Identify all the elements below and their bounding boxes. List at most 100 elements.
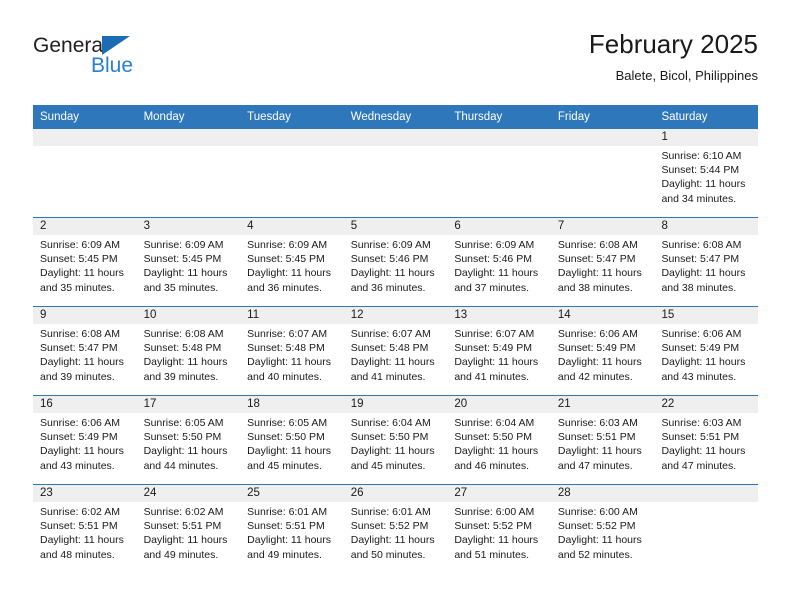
calendar-day-cell[interactable]: 4 Sunrise: 6:09 AM Sunset: 5:45 PM Daylight…	[240, 218, 344, 306]
sunrise-text: Sunrise: 6:00 AM	[557, 506, 638, 518]
daylight-text: Daylight: 11 hours and 42 minutes.	[557, 356, 642, 383]
day-number: 6	[447, 218, 551, 235]
calendar-day-cell[interactable]: 13 Sunrise: 6:07 AM Sunset: 5:49 PM Dayligh…	[447, 307, 551, 395]
sunset-text: Sunset: 5:50 PM	[247, 431, 325, 444]
calendar-day-cell[interactable]: 14 Sunrise: 6:06 AM Sunset: 5:49 PM Dayligh…	[550, 307, 655, 395]
sunrise-text: Sunrise: 6:03 AM	[557, 417, 638, 429]
calendar-day-cell[interactable]: 16 Sunrise: 6:06 AM Sunset: 5:49 PM Dayligh…	[33, 396, 137, 484]
calendar-day-cell[interactable]: 21 Sunrise: 6:03 AM Sunset: 5:51 PM Dayligh…	[550, 396, 655, 484]
calendar-day-cell[interactable]: 1 Sunrise: 6:10 AM Sunset: 5:44 PM Daylight…	[654, 129, 759, 217]
calendar-day-cell[interactable]: 3 Sunrise: 6:09 AM Sunset: 5:45 PM Daylight…	[136, 218, 241, 306]
calendar-day-cell[interactable]: 17 Sunrise: 6:05 AM Sunset: 5:50 PM Dayligh…	[136, 396, 241, 484]
weekday-header-thursday: Thursday	[454, 111, 503, 123]
sunrise-text: Sunrise: 6:02 AM	[40, 506, 120, 518]
day-number	[447, 129, 551, 146]
day-details: Sunrise: 6:07 AM Sunset: 5:48 PM Daylight:…	[240, 324, 344, 384]
calendar-day-cell-empty	[550, 129, 655, 217]
calendar-day-cell[interactable]: 26 Sunrise: 6:01 AM Sunset: 5:52 PM Dayligh…	[343, 485, 448, 573]
day-number: 28	[550, 485, 655, 502]
sunrise-text: Sunrise: 6:07 AM	[350, 328, 431, 340]
sunrise-text: Sunrise: 6:09 AM	[40, 239, 120, 251]
sunset-text: Sunset: 5:50 PM	[143, 431, 222, 444]
calendar-week-row: 16 Sunrise: 6:06 AM Sunset: 5:49 PM Dayligh…	[33, 395, 759, 484]
daylight-text: Daylight: 11 hours and 38 minutes.	[661, 267, 746, 294]
calendar-day-cell-empty	[33, 129, 137, 217]
calendar-day-cell[interactable]: 15 Sunrise: 6:06 AM Sunset: 5:49 PM Dayligh…	[654, 307, 759, 395]
sunset-text: Sunset: 5:49 PM	[40, 431, 118, 444]
daylight-text: Daylight: 11 hours and 41 minutes.	[454, 356, 539, 383]
logo-triangle-icon	[102, 36, 130, 55]
daylight-text: Daylight: 11 hours and 45 minutes.	[350, 445, 435, 472]
general-blue-logo[interactable]: General Blue	[33, 34, 263, 86]
day-details: Sunrise: 6:09 AM Sunset: 5:45 PM Daylight:…	[240, 235, 344, 295]
day-number: 21	[550, 396, 655, 413]
daylight-text: Daylight: 11 hours and 50 minutes.	[350, 534, 435, 561]
calendar-day-cell[interactable]: 27 Sunrise: 6:00 AM Sunset: 5:52 PM Dayligh…	[447, 485, 551, 573]
calendar-day-cell[interactable]: 20 Sunrise: 6:04 AM Sunset: 5:50 PM Dayligh…	[447, 396, 551, 484]
sunset-text: Sunset: 5:50 PM	[350, 431, 429, 444]
sunset-text: Sunset: 5:45 PM	[247, 253, 325, 266]
weekday-header-tuesday: Tuesday	[247, 111, 291, 123]
day-number: 20	[447, 396, 551, 413]
sunset-text: Sunset: 5:48 PM	[350, 342, 429, 355]
sunrise-text: Sunrise: 6:06 AM	[557, 328, 638, 340]
day-number	[654, 485, 759, 502]
sunrise-text: Sunrise: 6:09 AM	[454, 239, 535, 251]
day-number: 25	[240, 485, 344, 502]
sunset-text: Sunset: 5:51 PM	[40, 520, 118, 533]
calendar-day-cell[interactable]: 28 Sunrise: 6:00 AM Sunset: 5:52 PM Dayligh…	[550, 485, 655, 573]
sunset-text: Sunset: 5:52 PM	[350, 520, 429, 533]
day-number: 11	[240, 307, 344, 324]
sunrise-text: Sunrise: 6:00 AM	[454, 506, 535, 518]
daylight-text: Daylight: 11 hours and 40 minutes.	[247, 356, 332, 383]
calendar-day-cell[interactable]: 22 Sunrise: 6:03 AM Sunset: 5:51 PM Dayligh…	[654, 396, 759, 484]
calendar-day-cell[interactable]: 11 Sunrise: 6:07 AM Sunset: 5:48 PM Dayligh…	[240, 307, 344, 395]
weekday-header-monday: Monday	[143, 111, 185, 123]
calendar-weeks: 1 Sunrise: 6:10 AM Sunset: 5:44 PM Daylight…	[33, 129, 759, 573]
day-number	[343, 129, 448, 146]
calendar-day-cell[interactable]: 10 Sunrise: 6:08 AM Sunset: 5:48 PM Dayligh…	[136, 307, 241, 395]
day-number: 19	[343, 396, 448, 413]
calendar-day-cell[interactable]: 18 Sunrise: 6:05 AM Sunset: 5:50 PM Dayligh…	[240, 396, 344, 484]
calendar-day-cell[interactable]: 7 Sunrise: 6:08 AM Sunset: 5:47 PM Daylight…	[550, 218, 655, 306]
sunrise-text: Sunrise: 6:06 AM	[40, 417, 120, 429]
calendar-day-cell[interactable]: 5 Sunrise: 6:09 AM Sunset: 5:46 PM Daylight…	[343, 218, 448, 306]
calendar-week-row: 23 Sunrise: 6:02 AM Sunset: 5:51 PM Dayligh…	[33, 484, 759, 573]
day-details: Sunrise: 6:02 AM Sunset: 5:51 PM Daylight:…	[137, 502, 241, 562]
calendar-day-cell[interactable]: 23 Sunrise: 6:02 AM Sunset: 5:51 PM Dayligh…	[33, 485, 137, 573]
day-number: 2	[33, 218, 137, 235]
calendar-day-cell[interactable]: 25 Sunrise: 6:01 AM Sunset: 5:51 PM Dayligh…	[240, 485, 344, 573]
sunset-text: Sunset: 5:51 PM	[661, 431, 740, 444]
sunrise-text: Sunrise: 6:03 AM	[661, 417, 742, 429]
sunrise-text: Sunrise: 6:05 AM	[247, 417, 328, 429]
sunset-text: Sunset: 5:47 PM	[557, 253, 636, 266]
sunrise-text: Sunrise: 6:07 AM	[247, 328, 328, 340]
day-number: 13	[447, 307, 551, 324]
title-block: February 2025 Balete, Bicol, Philippines	[589, 28, 758, 86]
sunset-text: Sunset: 5:52 PM	[557, 520, 636, 533]
day-details: Sunrise: 6:07 AM Sunset: 5:49 PM Daylight:…	[447, 324, 551, 384]
day-details: Sunrise: 6:05 AM Sunset: 5:50 PM Daylight:…	[240, 413, 344, 473]
day-details: Sunrise: 6:03 AM Sunset: 5:51 PM Daylight:…	[551, 413, 655, 473]
calendar-day-cell[interactable]: 8 Sunrise: 6:08 AM Sunset: 5:47 PM Daylight…	[654, 218, 759, 306]
daylight-text: Daylight: 11 hours and 44 minutes.	[143, 445, 228, 472]
calendar-day-cell[interactable]: 19 Sunrise: 6:04 AM Sunset: 5:50 PM Dayligh…	[343, 396, 448, 484]
calendar-day-cell[interactable]: 9 Sunrise: 6:08 AM Sunset: 5:47 PM Daylight…	[33, 307, 137, 395]
sunrise-text: Sunrise: 6:04 AM	[454, 417, 535, 429]
calendar-day-cell[interactable]: 24 Sunrise: 6:02 AM Sunset: 5:51 PM Dayligh…	[136, 485, 241, 573]
calendar-day-cell[interactable]: 12 Sunrise: 6:07 AM Sunset: 5:48 PM Dayligh…	[343, 307, 448, 395]
day-number: 23	[33, 485, 137, 502]
daylight-text: Daylight: 11 hours and 49 minutes.	[143, 534, 228, 561]
sunset-text: Sunset: 5:45 PM	[143, 253, 222, 266]
daylight-text: Daylight: 11 hours and 41 minutes.	[350, 356, 435, 383]
sunrise-text: Sunrise: 6:06 AM	[661, 328, 742, 340]
calendar-day-cell[interactable]: 2 Sunrise: 6:09 AM Sunset: 5:45 PM Daylight…	[33, 218, 137, 306]
sunset-text: Sunset: 5:45 PM	[40, 253, 118, 266]
sunset-text: Sunset: 5:51 PM	[247, 520, 325, 533]
sunset-text: Sunset: 5:44 PM	[661, 164, 740, 177]
sunrise-text: Sunrise: 6:08 AM	[661, 239, 742, 251]
daylight-text: Daylight: 11 hours and 34 minutes.	[661, 178, 746, 205]
daylight-text: Daylight: 11 hours and 36 minutes.	[350, 267, 435, 294]
day-number	[136, 129, 241, 146]
calendar-day-cell[interactable]: 6 Sunrise: 6:09 AM Sunset: 5:46 PM Daylight…	[447, 218, 551, 306]
